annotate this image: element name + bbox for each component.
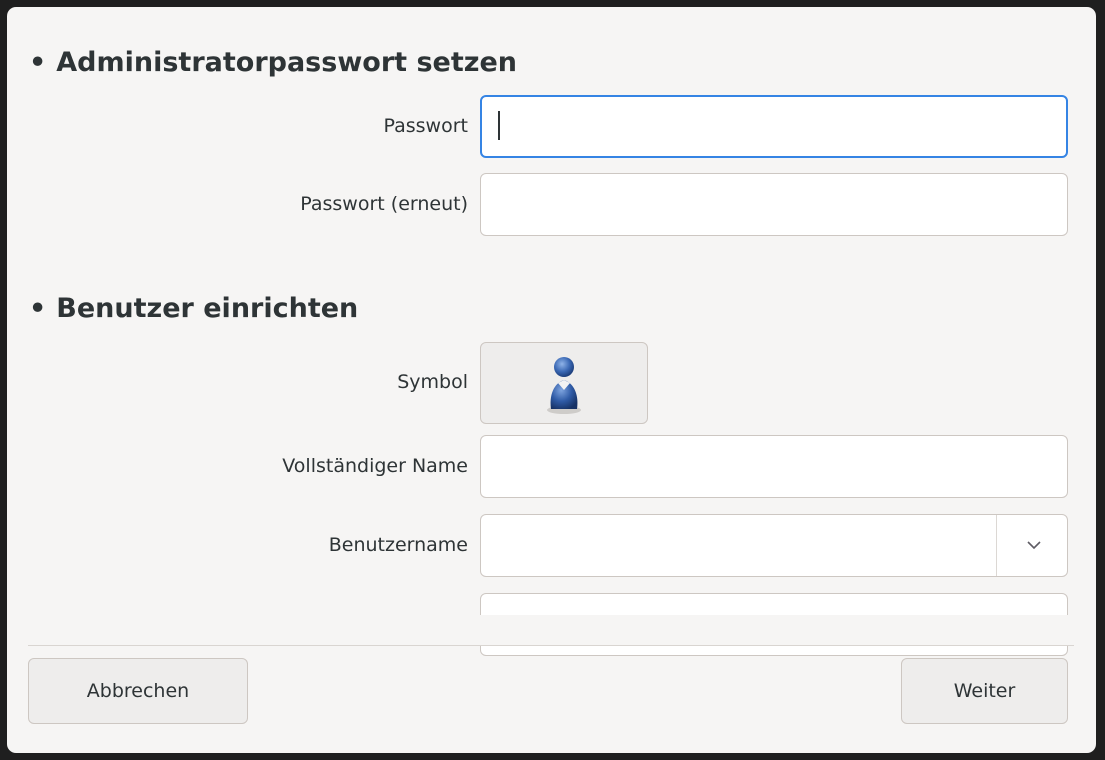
admin-password-heading-text: Administratorpasswort setzen <box>56 47 517 78</box>
chevron-down-icon[interactable] <box>1026 539 1042 551</box>
user-icon-button[interactable] <box>480 342 648 424</box>
next-button[interactable]: Weiter <box>901 658 1068 724</box>
combo-separator <box>996 515 997 576</box>
bullet: • <box>29 47 47 78</box>
text-cursor <box>498 111 500 140</box>
icon-label: Symbol <box>397 371 468 393</box>
username-combo[interactable] <box>480 514 1068 577</box>
password-input[interactable] <box>480 95 1068 158</box>
fullname-input[interactable] <box>480 435 1068 498</box>
footer-separator <box>28 645 1074 646</box>
fullname-label: Vollständiger Name <box>282 455 468 477</box>
bullet: • <box>29 293 47 324</box>
username-label: Benutzername <box>328 534 468 556</box>
user-setup-heading: • Benutzer einrichten <box>29 293 358 324</box>
password-repeat-label: Passwort (erneut) <box>300 193 468 215</box>
scroll-clip <box>7 615 1096 645</box>
admin-password-heading: • Administratorpasswort setzen <box>29 47 517 78</box>
user-setup-heading-text: Benutzer einrichten <box>56 293 359 324</box>
password-repeat-input[interactable] <box>480 173 1068 236</box>
password-label: Passwort <box>383 115 468 137</box>
user-avatar-icon <box>547 357 581 414</box>
installer-window: • Administratorpasswort setzen Passwort P… <box>7 7 1096 753</box>
cancel-button[interactable]: Abbrechen <box>28 658 248 724</box>
